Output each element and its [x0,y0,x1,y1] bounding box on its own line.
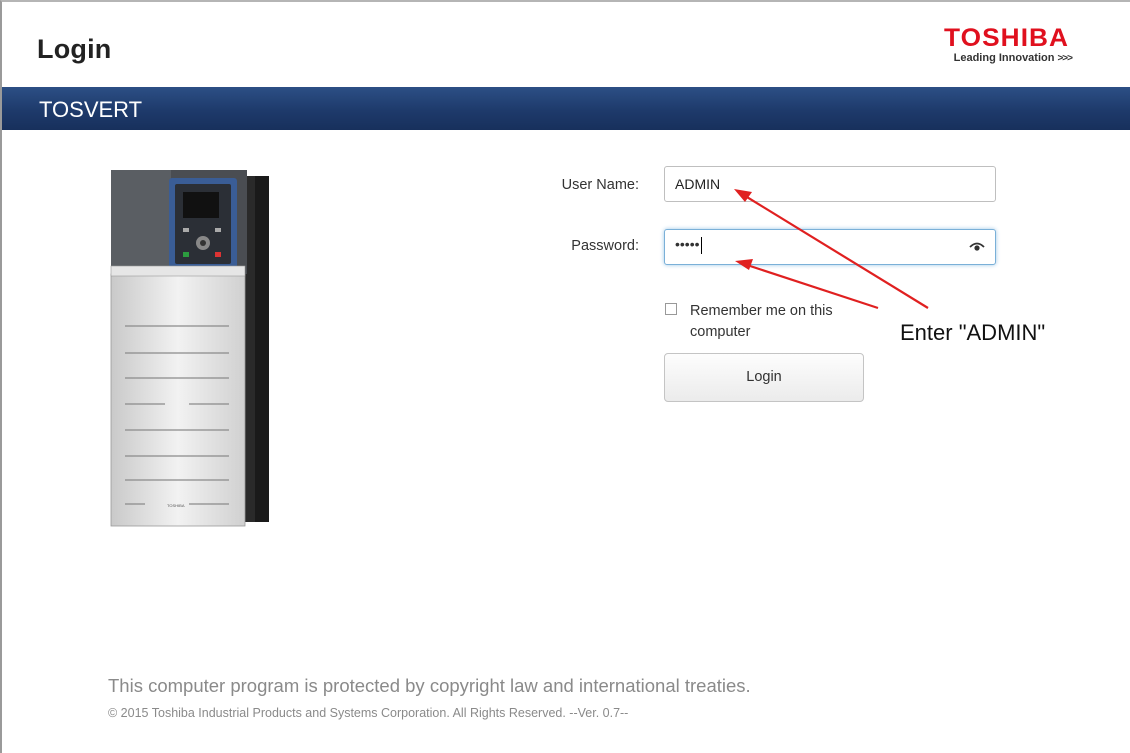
username-input[interactable]: ADMIN [664,166,996,202]
product-band: TOSVERT [2,87,1130,130]
password-value: ••••• [675,236,702,254]
copyright-line: © 2015 Toshiba Industrial Products and S… [108,706,629,720]
logo-name: TOSHIBA [943,24,1069,52]
inverter-device-icon: TOSHIBA [110,170,269,527]
annotation-text: Enter "ADMIN" [900,320,1046,345]
logo-tagline: Leading Innovation >>> [953,52,1073,64]
product-name: TOSVERT [39,97,143,122]
password-label: Password: [571,238,639,254]
username-label: User Name: [561,177,639,193]
text-caret [700,236,702,254]
eye-icon[interactable] [969,241,985,253]
page-title: Login [37,34,112,64]
username-value: ADMIN [675,176,721,192]
remember-checkbox[interactable] [665,303,677,315]
logo-chevrons: >>> [1057,53,1073,64]
copyright-notice: This computer program is protected by co… [108,675,751,696]
login-button[interactable]: Login [664,353,864,402]
logo-tagline-text: Leading Innovation [953,52,1055,64]
device-brand: TOSHIBA [167,503,185,508]
toshiba-logo: TOSHIBA Leading Innovation >>> [943,24,1105,66]
password-dots: ••••• [675,236,700,252]
password-input[interactable]: ••••• [664,229,996,265]
remember-label[interactable]: Remember me on this computer [690,301,870,343]
